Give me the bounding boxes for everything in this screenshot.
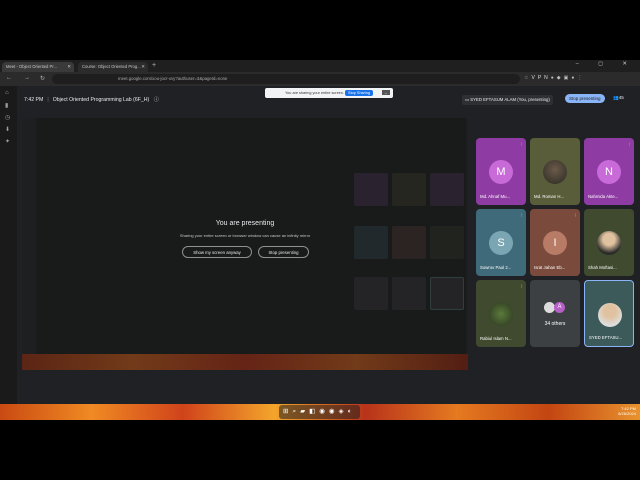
url-input[interactable]: meet.google.com/xou-jocr-xvy?authuser=3&… <box>52 74 520 84</box>
app-icon[interactable]: ◐ <box>348 408 356 415</box>
participant-tile[interactable]: N ⦚ Nahmida Akte... <box>584 138 634 205</box>
back-icon[interactable]: ← <box>6 75 12 81</box>
presentation-preview: You are presenting Sharing your entire s… <box>22 118 468 370</box>
download-icon[interactable]: ⬇ <box>5 126 10 133</box>
presenter-label: SYED EFTASUM ALAM (You, presenting) <box>470 97 550 102</box>
clock-date: 6/26/2024 <box>618 411 636 416</box>
participant-tile[interactable]: Md. Roman H... <box>530 138 580 205</box>
share-banner-text: You are sharing your entire screen. <box>285 91 344 95</box>
mic-active-icon: ⦚ <box>520 284 522 290</box>
meet-window: ⌂ ▮ ◷ ⬇ ✦ ⚙ 7:42 PM|Object Oriented Prog… <box>0 86 640 420</box>
participant-name: Sowrov Paul 2... <box>480 265 512 270</box>
info-icon[interactable]: ⓘ <box>154 97 159 103</box>
menu-icon[interactable]: ⋮ <box>577 75 585 81</box>
separator: | <box>47 97 49 103</box>
extensions-icon[interactable]: ✦ <box>5 138 10 145</box>
tab-course[interactable]: Course: Object Oriented Prog... ✕ <box>78 62 148 72</box>
participant-name: Shah Moftasi... <box>588 265 617 270</box>
system-tray[interactable]: 7:42 PM 6/26/2024 <box>618 406 636 416</box>
bookmark-icon[interactable]: ▮ <box>5 102 8 109</box>
vpn-badge[interactable]: VPN <box>531 75 550 81</box>
stop-presenting-top-button[interactable]: Stop presenting <box>565 94 605 103</box>
mic-active-icon: ⦚ <box>520 142 522 148</box>
presenting-title: You are presenting <box>215 220 275 227</box>
presenting-subtitle: Sharing your entire screen or browser wi… <box>179 233 311 238</box>
participant-tile[interactable]: ⦚ Rabiul Islam N... <box>476 280 526 347</box>
taskbar-icons: ⊞⌕▰◧◉◉◈◐ <box>279 405 360 419</box>
forward-icon[interactable]: → <box>24 75 30 81</box>
mic-active-icon: ⦚ <box>520 213 522 219</box>
avatar: A <box>554 302 565 313</box>
app-icon[interactable]: ◉ <box>329 408 339 415</box>
avatar-photo <box>598 303 622 327</box>
participant-name: Rabiul Islam N... <box>480 336 512 341</box>
others-avatars: A <box>544 302 568 318</box>
stop-sharing-button[interactable]: Stop Sharing <box>345 90 373 96</box>
new-tab-button[interactable]: + <box>152 62 156 70</box>
presenter-chip: ▭ SYED EFTASUM ALAM (You, presenting) <box>462 95 553 105</box>
app-icon[interactable]: ◈ <box>339 408 348 415</box>
avatar: M <box>489 160 513 184</box>
avatar: S <box>489 231 513 255</box>
participant-tile[interactable]: M ⦚ Md. Ahnaf Mu... <box>476 138 526 205</box>
screen: Meet - Object Oriented Pr... ✕ Course: O… <box>0 60 640 420</box>
meeting-title: Object Oriented Programming Lab (6F_H) <box>52 97 150 103</box>
participant-name: Israt Jahan Eb... <box>534 265 566 270</box>
tab-label: Meet - Object Oriented Pr... <box>6 64 57 69</box>
reload-icon[interactable]: ↻ <box>40 75 45 82</box>
show-screen-anyway-button[interactable]: Show my screen anyway <box>182 246 252 258</box>
avatar-photo <box>597 231 621 255</box>
avatar: N <box>597 160 621 184</box>
participant-name: Nahmida Akte... <box>588 194 619 199</box>
presenting-overlay <box>22 118 468 370</box>
search-icon[interactable]: ⌕ <box>292 408 300 415</box>
others-tile[interactable]: A 34 others <box>530 280 580 347</box>
participant-count-value: 45 <box>618 95 624 100</box>
avatar-photo <box>543 160 567 184</box>
mic-active-icon: ⦚ <box>628 142 630 148</box>
extension-icon[interactable]: ◆ <box>557 75 564 81</box>
participant-tile[interactable]: Shah Moftasi... <box>584 209 634 276</box>
meeting-header: 7:42 PM | Object Oriented Programming Lab … <box>24 96 159 103</box>
meeting-time: 7:42 PM <box>24 97 44 103</box>
mic-active-icon: ⦚ <box>574 213 576 219</box>
participant-name: Md. Ahnaf Mu... <box>480 194 511 199</box>
left-rail: ⌂ ▮ ◷ ⬇ ✦ ⚙ <box>0 86 17 420</box>
minimize-banner-button[interactable]: – <box>381 90 390 95</box>
url-text: meet.google.com/xou-jocr-xvy?authuser=3&… <box>118 76 228 81</box>
window-controls[interactable]: – ◻ ✕ <box>576 61 636 67</box>
participant-name: SYED EFTASU... <box>589 335 623 340</box>
tab-label: Course: Object Oriented Prog... <box>82 64 141 69</box>
tab-meet[interactable]: Meet - Object Oriented Pr... ✕ <box>2 62 74 72</box>
home-icon[interactable]: ⌂ <box>5 90 9 96</box>
file-explorer-icon[interactable]: ▰ <box>300 408 309 415</box>
avatar: I <box>543 231 567 255</box>
self-tile[interactable]: SYED EFTASU... <box>584 280 634 347</box>
close-icon[interactable]: ✕ <box>67 64 71 70</box>
participant-tile[interactable]: I ⦚ Israt Jahan Eb... <box>530 209 580 276</box>
close-icon[interactable]: ✕ <box>141 64 145 70</box>
participant-count[interactable]: 👥45 <box>613 95 624 101</box>
stop-presenting-button[interactable]: Stop presenting <box>258 246 309 258</box>
browser-tab-bar: Meet - Object Oriented Pr... ✕ Course: O… <box>0 60 640 72</box>
extension-icons: ☆VPN●◆▣●⋮ <box>524 75 585 81</box>
participant-tile[interactable]: S ⦚ Sowrov Paul 2... <box>476 209 526 276</box>
history-icon[interactable]: ◷ <box>5 114 10 121</box>
store-icon[interactable]: ◧ <box>309 408 319 415</box>
avatar-photo <box>489 302 513 326</box>
participant-name: Md. Roman H... <box>534 194 565 199</box>
others-count-label: 34 others <box>544 321 566 327</box>
windows-taskbar: ⊞⌕▰◧◉◉◈◐ 7:42 PM 6/26/2024 <box>0 404 640 420</box>
chrome-icon[interactable]: ◉ <box>319 408 329 415</box>
address-bar: ← → ↻ meet.google.com/xou-jocr-xvy?authu… <box>0 72 640 86</box>
share-banner: You are sharing your entire screen. Stop… <box>265 88 393 98</box>
